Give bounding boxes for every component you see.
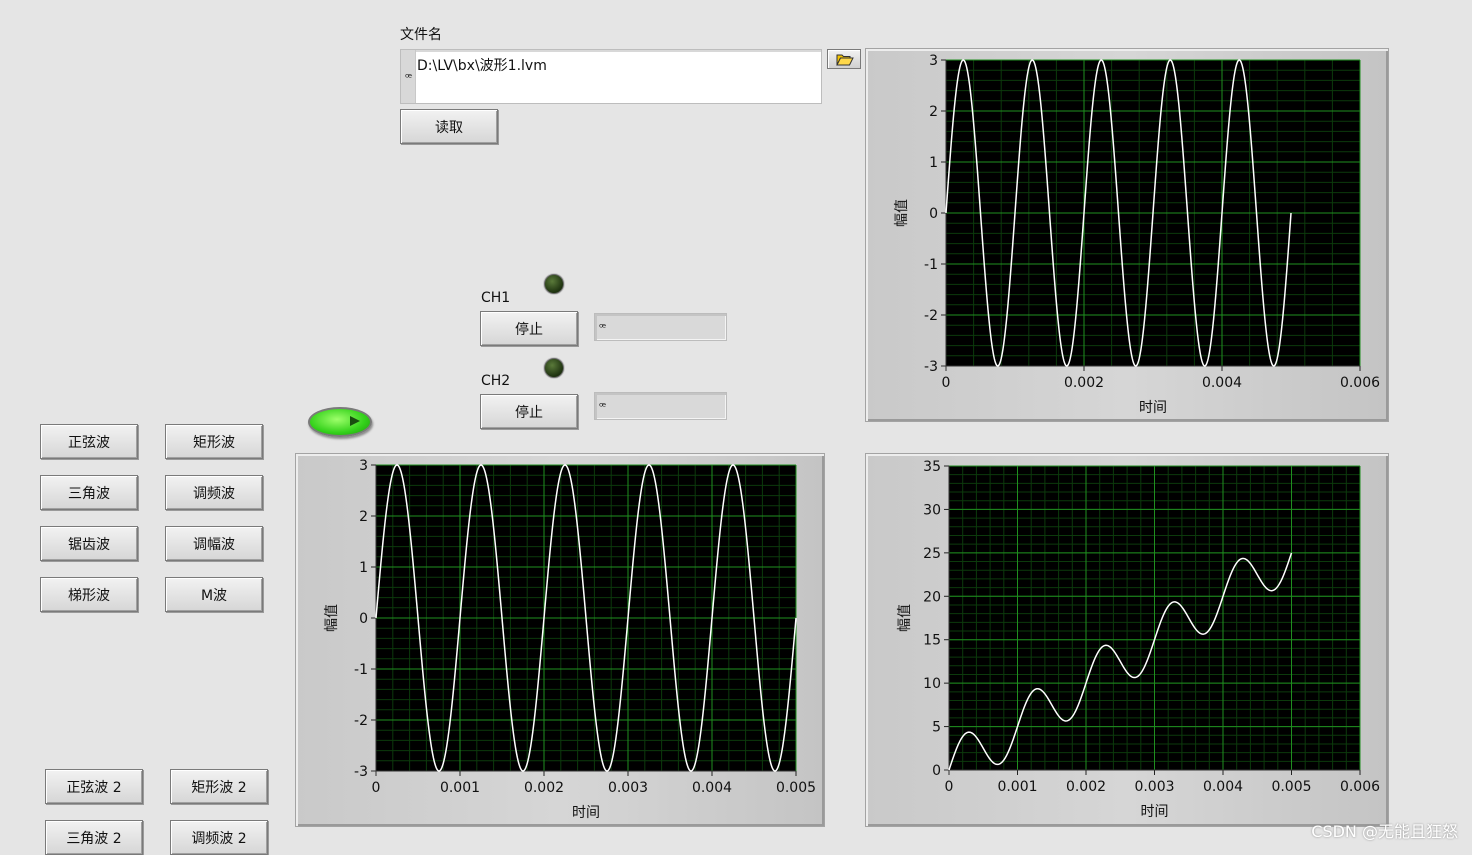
y-tick-label: 3 [929, 53, 938, 69]
waveform-graph-top-right: 0 0.002 0.004 0.006 3 2 1 0 -1 -2 -3 时间 幅值 [865, 48, 1389, 422]
x-tick-label: 0.006 [1340, 779, 1380, 795]
x-tick-label: 0.006 [1340, 375, 1380, 391]
y-tick-label: 0 [929, 206, 938, 222]
y-tick-label: 2 [359, 509, 368, 525]
ch1-marker-icon: ꟹ [599, 321, 607, 334]
rect-wave-2-button[interactable]: 矩形波 2 [170, 769, 268, 804]
file-path-text: D:\LV\bx\波形1.lvm [417, 58, 547, 74]
x-tick-label: 0.002 [524, 780, 564, 796]
y-tick-label: 1 [929, 155, 938, 171]
y-tick-label: -2 [354, 713, 368, 729]
run-toggle-switch[interactable] [308, 407, 372, 437]
ch2-stop-button[interactable]: 停止 [480, 394, 578, 429]
y-tick-label: 20 [923, 589, 941, 605]
x-tick-label: 0.001 [997, 779, 1037, 795]
am-wave-button[interactable]: 调幅波 [165, 526, 263, 561]
y-tick-label: 5 [932, 720, 941, 736]
y-tick-label: 30 [923, 502, 941, 518]
read-button[interactable]: 读取 [400, 109, 498, 144]
csdn-watermark: CSDN @无能且狂怒 [1311, 822, 1458, 841]
x-tick-label: 0 [945, 779, 954, 795]
waveform-graph-bottom-right: 0 0.001 0.002 0.003 0.004 0.005 0.006 35 30 25 20 1… [865, 453, 1389, 827]
x-tick-label: 0.003 [608, 780, 648, 796]
path-marker-icon: ꟹ [405, 71, 413, 84]
waveform-graph-bottom-left-svg: 0 0.001 0.002 0.003 0.004 0.005 3 2 1 0 -1 -2 -3 时间 幅值 [324, 458, 816, 821]
y-axis-label: 幅值 [897, 604, 913, 632]
ch1-led-indicator [544, 274, 564, 294]
waveform-graph-bottom-right-svg: 0 0.001 0.002 0.003 0.004 0.005 0.006 35 30 25 20 1… [897, 459, 1380, 820]
y-tick-label: -1 [924, 257, 938, 273]
x-tick-label: 0.002 [1064, 375, 1104, 391]
x-tick-label: 0.004 [1202, 375, 1242, 391]
fm-wave-button[interactable]: 调频波 [165, 475, 263, 510]
y-tick-label: -3 [354, 764, 368, 780]
file-path-input[interactable]: ꟹ D:\LV\bx\波形1.lvm [400, 49, 822, 104]
sine-wave-2-button[interactable]: 正弦波 2 [45, 769, 143, 804]
waveform-graph-bottom-left: 0 0.001 0.002 0.003 0.004 0.005 3 2 1 0 -1 -2 -3 时间 幅值 [295, 453, 825, 827]
browse-folder-button[interactable] [827, 49, 861, 69]
ch2-marker-icon: ꟹ [599, 400, 607, 413]
play-arrow-icon [350, 416, 360, 426]
triangle-wave-button[interactable]: 三角波 [40, 475, 138, 510]
x-axis-label: 时间 [1141, 804, 1169, 820]
sawtooth-wave-button[interactable]: 锯齿波 [40, 526, 138, 561]
x-tick-label: 0 [942, 375, 951, 391]
y-axis-label: 幅值 [324, 604, 340, 632]
ch1-stop-button[interactable]: 停止 [480, 311, 578, 346]
ch1-string-indicator: ꟹ [594, 313, 727, 341]
m-wave-button[interactable]: M波 [165, 577, 263, 612]
y-tick-label: -2 [924, 308, 938, 324]
y-axis-label: 幅值 [894, 199, 910, 227]
y-tick-label: 2 [929, 104, 938, 120]
ch2-label: CH2 [481, 373, 511, 389]
y-tick-label: 10 [923, 676, 941, 692]
x-tick-label: 0.003 [1134, 779, 1174, 795]
y-tick-label: 15 [923, 633, 941, 649]
x-axis-label: 时间 [1139, 400, 1167, 416]
y-tick-label: 35 [923, 459, 941, 475]
x-tick-label: 0.005 [1271, 779, 1311, 795]
folder-open-icon [836, 54, 854, 66]
ch2-string-indicator: ꟹ [594, 392, 727, 420]
x-axis-label: 时间 [572, 805, 600, 821]
ch2-led-indicator [544, 358, 564, 378]
y-tick-label: 0 [932, 763, 941, 779]
y-tick-label: 3 [359, 458, 368, 474]
y-tick-label: -1 [354, 662, 368, 678]
y-tick-label: -3 [924, 359, 938, 375]
rect-wave-button[interactable]: 矩形波 [165, 424, 263, 459]
x-tick-label: 0.004 [1203, 779, 1243, 795]
waveform-graph-top-right-svg: 0 0.002 0.004 0.006 3 2 1 0 -1 -2 -3 时间 幅值 [894, 53, 1380, 416]
trapezoid-wave-button[interactable]: 梯形波 [40, 577, 138, 612]
ch1-label: CH1 [481, 290, 511, 306]
y-tick-label: 1 [359, 560, 368, 576]
sine-wave-button[interactable]: 正弦波 [40, 424, 138, 459]
x-tick-label: 0.004 [692, 780, 732, 796]
file-name-label: 文件名 [400, 27, 442, 43]
x-tick-label: 0.002 [1066, 779, 1106, 795]
x-tick-label: 0.001 [440, 780, 480, 796]
x-tick-label: 0.005 [776, 780, 816, 796]
x-tick-label: 0 [372, 780, 381, 796]
y-tick-label: 25 [923, 546, 941, 562]
y-tick-label: 0 [359, 611, 368, 627]
